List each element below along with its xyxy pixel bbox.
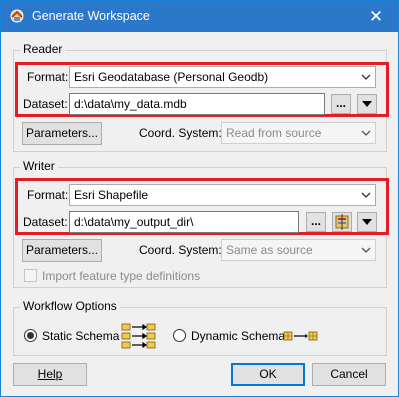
- import-feature-types-label: Import feature type definitions: [42, 269, 201, 283]
- writer-dataset-label: Dataset:: [23, 215, 68, 229]
- dropdown-arrow-icon: [362, 219, 372, 225]
- reader-coord-value: Read from source: [226, 126, 322, 140]
- cancel-button-label: Cancel: [330, 367, 368, 381]
- reader-format-select[interactable]: Esri Geodatabase (Personal Geodb): [69, 66, 376, 88]
- reader-dataset-input[interactable]: d:\data\my_data.mdb: [69, 93, 325, 115]
- chevron-down-icon: [361, 192, 371, 198]
- writer-parameters-button[interactable]: Parameters...: [22, 239, 102, 262]
- reader-format-value: Esri Geodatabase (Personal Geodb): [74, 70, 269, 84]
- dropdown-arrow-icon: [362, 101, 372, 107]
- import-feature-types-checkbox[interactable]: [24, 269, 37, 282]
- chevron-down-icon: [361, 74, 371, 80]
- chevron-down-icon: [361, 247, 371, 253]
- close-button[interactable]: ✕: [354, 1, 398, 32]
- generate-workspace-dialog: Generate Workspace ✕ Reader Format: Esri…: [0, 0, 399, 397]
- cancel-button[interactable]: Cancel: [312, 363, 386, 386]
- writer-format-label: Format:: [27, 188, 69, 202]
- folder-navigator-icon: [335, 214, 349, 230]
- writer-folder-navigator-button[interactable]: [332, 212, 352, 232]
- static-schema-label: Static Schema: [42, 329, 120, 343]
- close-icon: ✕: [368, 7, 384, 26]
- static-schema-radio[interactable]: [24, 329, 37, 342]
- title-bar: Generate Workspace ✕: [1, 1, 398, 32]
- reader-browse-button[interactable]: ...: [331, 94, 351, 114]
- reader-coord-select[interactable]: Read from source: [221, 122, 376, 144]
- fme-app-icon: [10, 9, 24, 23]
- reader-format-label: Format:: [27, 70, 69, 84]
- reader-group-title: Reader: [20, 42, 66, 56]
- writer-group-title: Writer: [20, 159, 58, 173]
- writer-format-value: Esri Shapefile: [74, 188, 149, 202]
- dynamic-schema-radio[interactable]: [173, 329, 186, 342]
- dynamic-schema-icon: [283, 331, 318, 341]
- reader-dataset-value: d:\data\my_data.mdb: [74, 97, 187, 111]
- reader-browse-label: ...: [335, 96, 346, 110]
- writer-dataset-dropdown-button[interactable]: [357, 212, 377, 232]
- ok-button-label: OK: [259, 367, 277, 381]
- chevron-down-icon: [361, 130, 371, 136]
- writer-dataset-value: d:\data\my_output_dir\: [74, 215, 194, 229]
- writer-format-select[interactable]: Esri Shapefile: [69, 184, 376, 206]
- writer-coord-select[interactable]: Same as source: [221, 239, 376, 261]
- dynamic-schema-label: Dynamic Schema: [191, 329, 286, 343]
- help-button[interactable]: Help: [13, 363, 87, 386]
- ok-button[interactable]: OK: [231, 363, 305, 386]
- writer-coord-value: Same as source: [226, 243, 313, 257]
- writer-browse-label: ...: [310, 214, 321, 228]
- writer-coord-label: Coord. System:: [139, 243, 222, 257]
- workflow-options-title: Workflow Options: [20, 299, 120, 313]
- static-schema-icon: [121, 323, 156, 349]
- reader-parameters-label: Parameters...: [25, 126, 99, 140]
- writer-parameters-label: Parameters...: [25, 243, 99, 257]
- reader-parameters-button[interactable]: Parameters...: [22, 122, 102, 145]
- window-title: Generate Workspace: [32, 9, 150, 23]
- reader-dataset-dropdown-button[interactable]: [357, 94, 377, 114]
- writer-dataset-input[interactable]: d:\data\my_output_dir\: [69, 211, 299, 233]
- help-button-label: Help: [37, 367, 63, 381]
- reader-dataset-label: Dataset:: [23, 97, 68, 111]
- writer-browse-button[interactable]: ...: [306, 212, 326, 232]
- reader-coord-label: Coord. System:: [139, 126, 222, 140]
